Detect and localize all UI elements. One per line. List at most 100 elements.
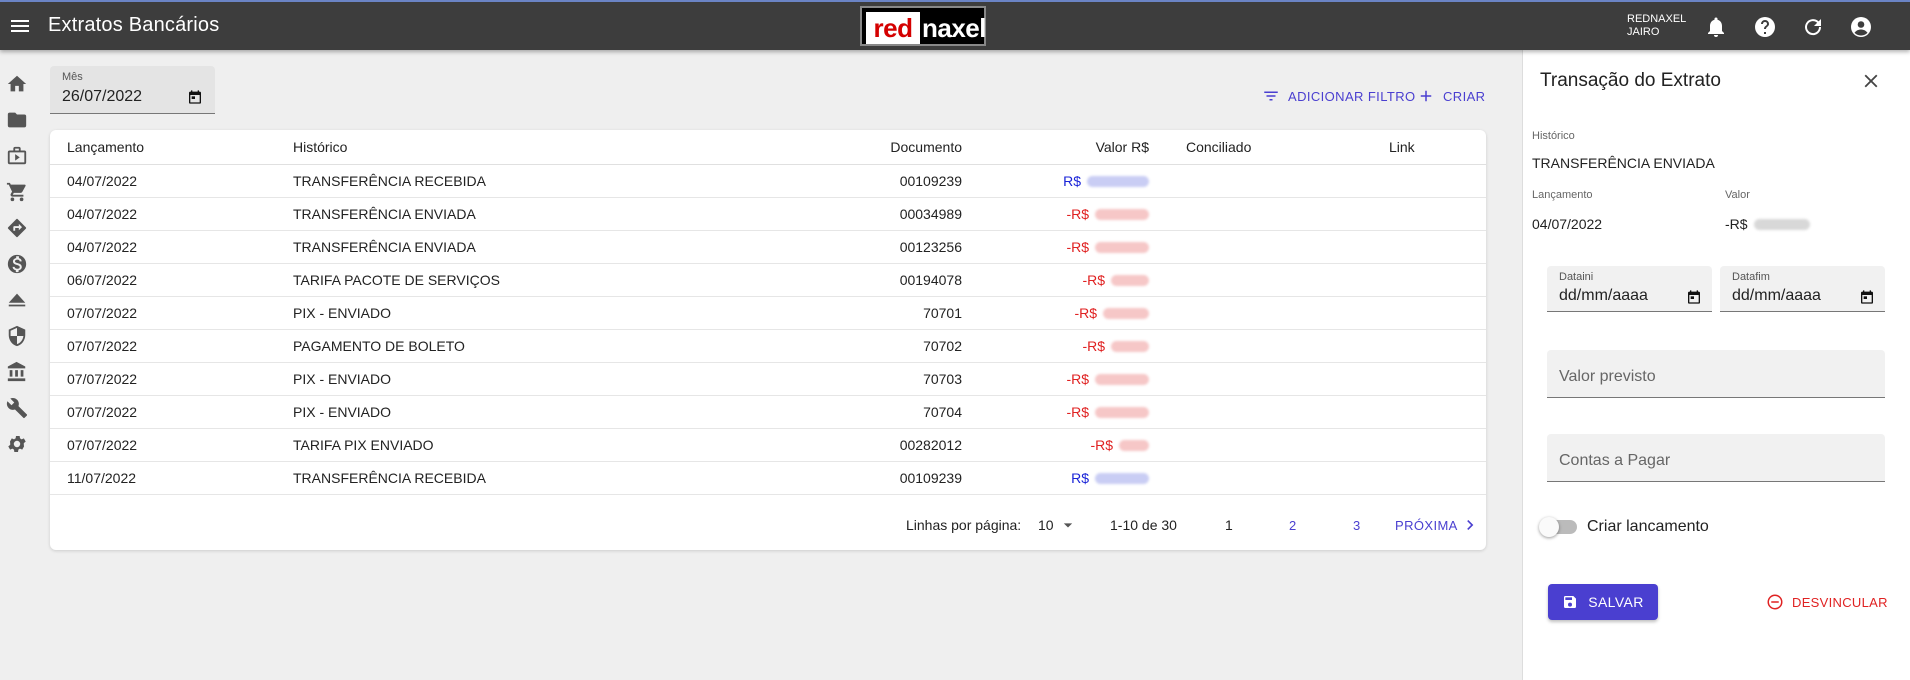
rows-per-page-label: Linhas por página: <box>906 517 1022 533</box>
valor-value: -R$ <box>1725 216 1810 232</box>
calendar-icon[interactable] <box>1859 289 1875 305</box>
save-button[interactable]: SALVAR <box>1548 584 1658 620</box>
settings-gear-icon[interactable] <box>6 433 28 455</box>
row-valor: -R$ <box>1066 231 1149 263</box>
table-row[interactable]: 06/07/2022 TARIFA PACOTE DE SERVIÇOS 00194… <box>50 264 1486 297</box>
row-lancamento: 11/07/2022 <box>67 470 137 486</box>
month-field-value[interactable]: 26/07/2022 <box>62 88 142 106</box>
shield-icon[interactable] <box>6 325 28 347</box>
dataini-value[interactable]: dd/mm/aaaa <box>1559 287 1648 305</box>
row-historico: PIX - ENVIADO <box>293 404 392 420</box>
datafim-label: Datafim <box>1732 271 1770 283</box>
col-header-historico[interactable]: Histórico <box>293 130 347 164</box>
row-documento: 00123256 <box>899 239 962 255</box>
row-historico: TRANSFERÊNCIA RECEBIDA <box>293 470 486 486</box>
month-field-label: Mês <box>62 71 83 83</box>
col-header-valor[interactable]: Valor R$ <box>1096 130 1149 164</box>
row-lancamento: 07/07/2022 <box>67 404 138 420</box>
row-documento: 00282012 <box>899 437 962 453</box>
table-row[interactable]: 07/07/2022 PIX - ENVIADO 70701 -R$ <box>50 297 1486 330</box>
col-header-conciliado[interactable]: Conciliado <box>1186 130 1251 164</box>
row-historico: TRANSFERÊNCIA ENVIADA <box>293 206 476 222</box>
redacted-amount <box>1095 472 1149 484</box>
datafim-value[interactable]: dd/mm/aaaa <box>1732 287 1821 305</box>
row-valor: -R$ <box>1066 198 1149 230</box>
eject-icon[interactable] <box>6 289 28 311</box>
criar-lancamento-toggle[interactable] <box>1539 517 1577 537</box>
close-icon[interactable] <box>1860 70 1882 92</box>
table-row[interactable]: 04/07/2022 TRANSFERÊNCIA ENVIADA 00123256 -… <box>50 231 1486 264</box>
redacted-amount <box>1103 307 1149 319</box>
home-icon[interactable] <box>6 73 28 95</box>
table-row[interactable]: 04/07/2022 TRANSFERÊNCIA RECEBIDA 00109239… <box>50 165 1486 198</box>
cart-icon[interactable] <box>6 181 28 203</box>
month-date-field[interactable]: Mês 26/07/2022 <box>50 66 215 114</box>
row-valor: R$ <box>1071 462 1149 494</box>
row-valor-prefix: -R$ <box>1066 239 1089 255</box>
page-1-button[interactable]: 1 <box>1225 505 1233 545</box>
contas-a-pagar-placeholder: Contas a Pagar <box>1559 452 1671 469</box>
calendar-icon[interactable] <box>1686 289 1702 305</box>
table-row[interactable]: 07/07/2022 PIX - ENVIADO 70703 -R$ <box>50 363 1486 396</box>
bank-icon[interactable] <box>6 361 28 383</box>
historico-value: TRANSFERÊNCIA ENVIADA <box>1532 155 1715 171</box>
table-row[interactable]: 07/07/2022 PAGAMENTO DE BOLETO 70702 -R$ <box>50 330 1486 363</box>
row-documento: 00034989 <box>899 206 962 222</box>
table-row[interactable]: 04/07/2022 TRANSFERÊNCIA ENVIADA 00034989 -… <box>50 198 1486 231</box>
row-valor: -R$ <box>1082 264 1149 296</box>
row-lancamento: 07/07/2022 <box>67 305 138 321</box>
toggle-knob <box>1539 517 1559 537</box>
contas-a-pagar-input[interactable]: Contas a Pagar <box>1547 434 1885 482</box>
row-historico: PIX - ENVIADO <box>293 305 392 321</box>
user-name: JAIRO <box>1627 26 1660 38</box>
create-label: CRIAR <box>1443 88 1486 104</box>
logo-text-red: red <box>866 12 920 44</box>
money-icon[interactable] <box>6 253 28 275</box>
page-2-button[interactable]: 2 <box>1289 505 1296 545</box>
unlink-label: DESVINCULAR <box>1792 594 1888 610</box>
dataini-label: Dataini <box>1559 271 1594 283</box>
bell-icon[interactable] <box>1704 15 1728 39</box>
row-valor-prefix: -R$ <box>1090 437 1113 453</box>
valor-previsto-input[interactable]: Valor previsto <box>1547 350 1885 398</box>
table-row[interactable]: 11/07/2022 TRANSFERÊNCIA RECEBIDA 00109239… <box>50 462 1486 495</box>
row-documento: 00109239 <box>899 470 962 486</box>
next-page-label: PRÓXIMA <box>1395 517 1458 533</box>
datafim-date-field[interactable]: Datafim dd/mm/aaaa <box>1720 266 1885 312</box>
help-icon[interactable] <box>1753 15 1777 39</box>
user-company: REDNAXEL <box>1627 13 1687 25</box>
directions-icon[interactable] <box>6 217 28 239</box>
account-icon[interactable] <box>1849 15 1873 39</box>
menu-icon[interactable] <box>8 14 32 38</box>
save-icon <box>1564 596 1577 608</box>
row-historico: TRANSFERÊNCIA RECEBIDA <box>293 173 486 189</box>
redacted-amount <box>1095 373 1149 385</box>
unlink-button[interactable]: DESVINCULAR <box>1766 592 1888 612</box>
wrench-icon[interactable] <box>6 397 28 419</box>
create-button[interactable]: CRIAR <box>1417 84 1485 108</box>
redacted-amount <box>1111 274 1149 286</box>
side-navigation <box>0 50 36 680</box>
plus-icon <box>1420 90 1432 102</box>
page-3-button[interactable]: 3 <box>1353 505 1360 545</box>
dataini-date-field[interactable]: Dataini dd/mm/aaaa <box>1547 266 1712 312</box>
add-filter-button[interactable]: ADICIONAR FILTRO <box>1262 84 1416 108</box>
row-valor: -R$ <box>1082 330 1149 362</box>
statements-table-card: Lançamento Histórico Documento Valor R$ … <box>50 130 1486 550</box>
col-header-link[interactable]: Link <box>1389 130 1415 164</box>
logo-text-white: naxel <box>922 13 987 43</box>
next-page-button[interactable]: PRÓXIMA <box>1395 505 1480 545</box>
table-row[interactable]: 07/07/2022 PIX - ENVIADO 70704 -R$ <box>50 396 1486 429</box>
transaction-detail-panel: Transação do Extrato Histórico TRANSFERÊ… <box>1522 50 1910 680</box>
col-header-lancamento[interactable]: Lançamento <box>67 130 144 164</box>
col-header-documento[interactable]: Documento <box>890 130 962 164</box>
folder-icon[interactable] <box>6 109 28 131</box>
rows-per-page-select[interactable]: 10 <box>1038 505 1078 545</box>
row-lancamento: 06/07/2022 <box>67 272 138 288</box>
table-row[interactable]: 07/07/2022 TARIFA PIX ENVIADO 00282012 -R$ <box>50 429 1486 462</box>
row-lancamento: 04/07/2022 <box>67 206 138 222</box>
calendar-icon[interactable] <box>187 89 203 105</box>
briefcase-icon[interactable] <box>6 145 28 167</box>
refresh-icon[interactable] <box>1801 15 1825 39</box>
row-lancamento: 07/07/2022 <box>67 371 138 387</box>
